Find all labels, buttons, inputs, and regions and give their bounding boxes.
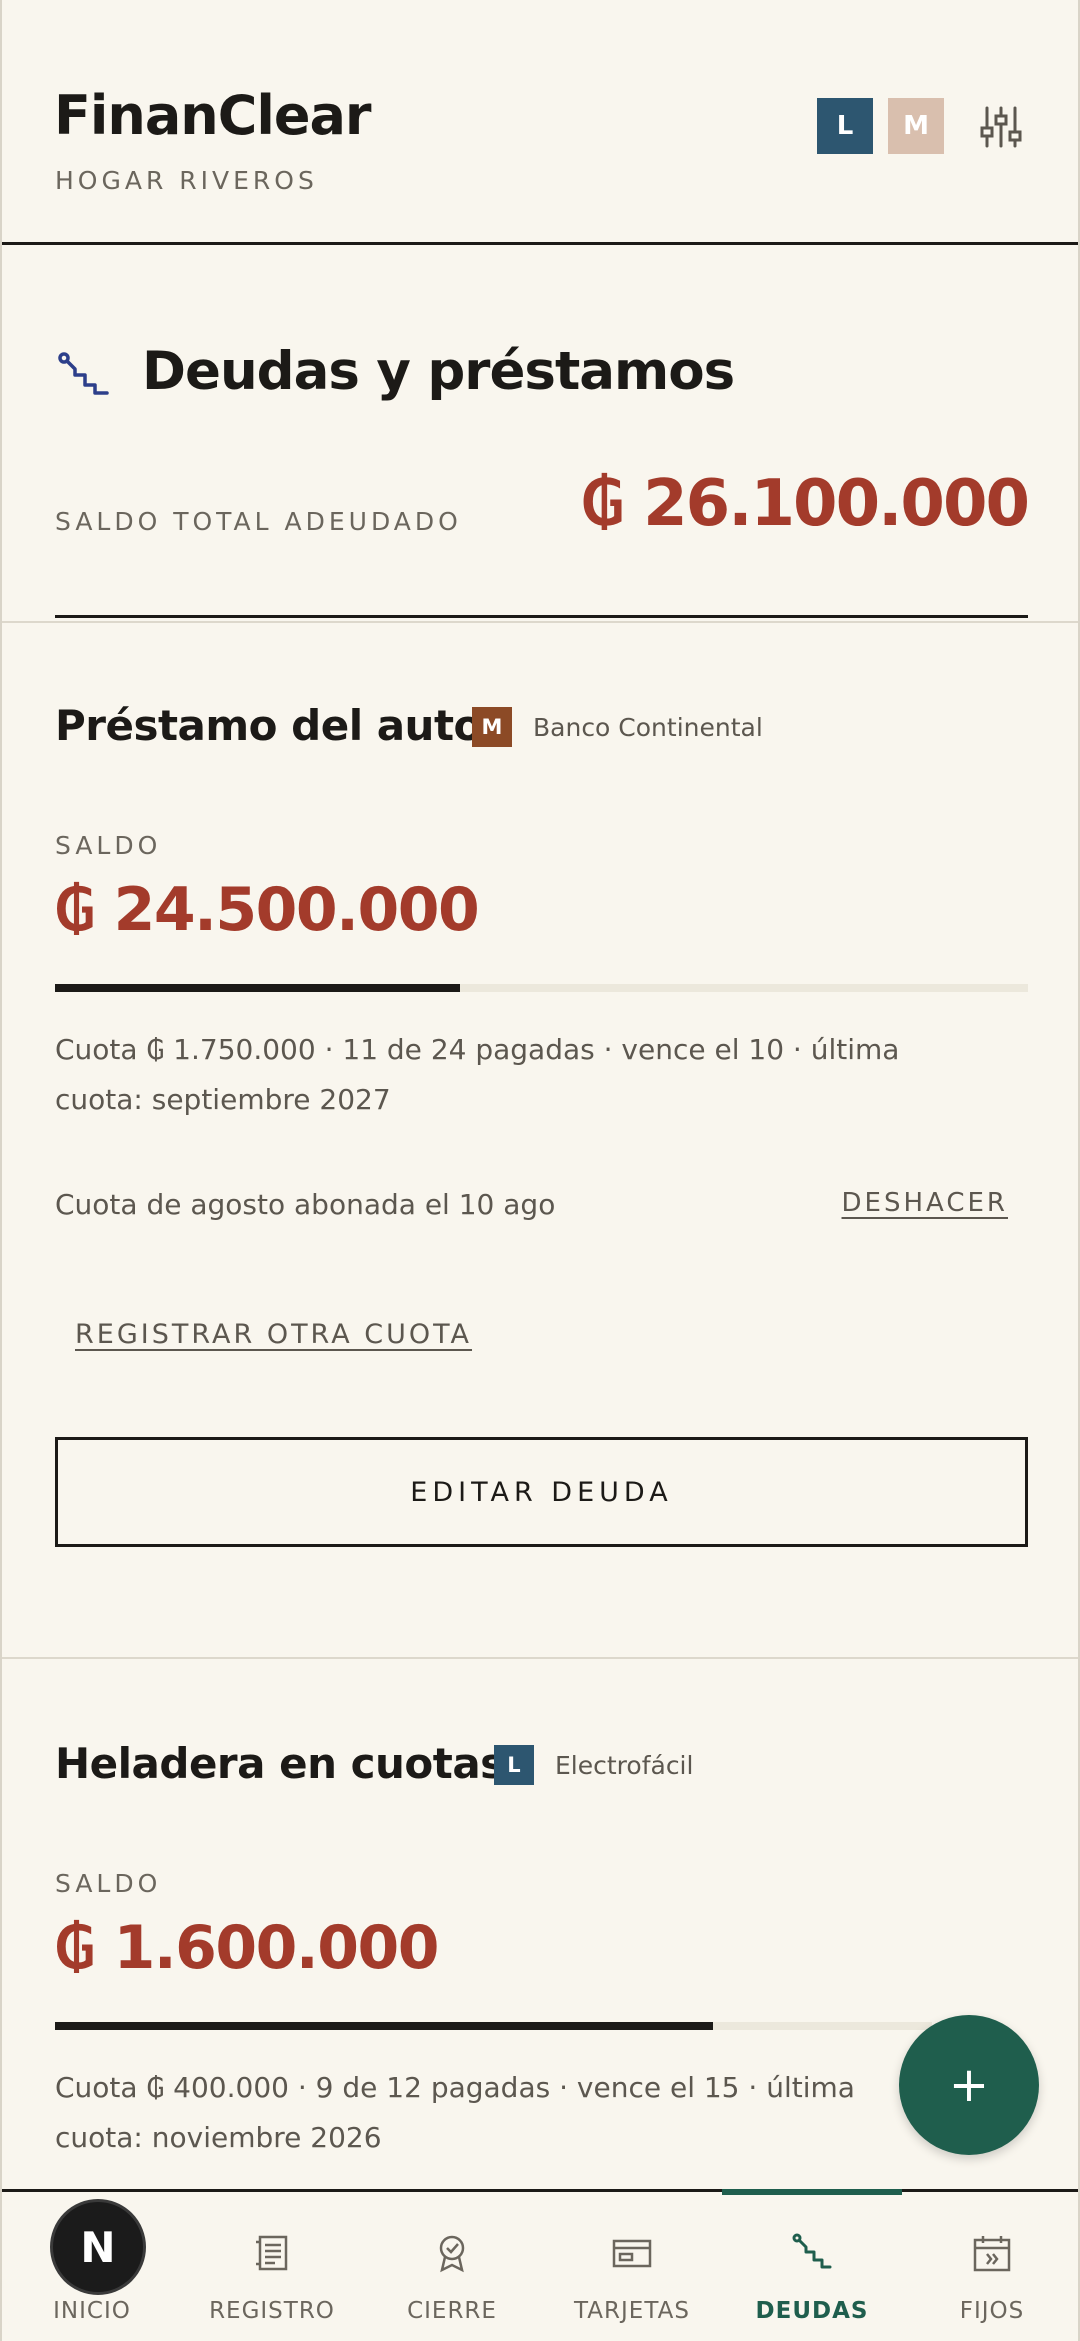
app-title: FinanClear: [54, 84, 372, 147]
steps-icon: [58, 352, 109, 395]
add-button[interactable]: +: [899, 2015, 1039, 2155]
avatar-l[interactable]: L: [817, 98, 873, 154]
avatar-m[interactable]: M: [888, 98, 944, 154]
filter-sliders-icon[interactable]: [978, 104, 1024, 150]
calendar-icon: [973, 2236, 1011, 2272]
edit-debt-button[interactable]: EDITAR DEUDA: [55, 1437, 1028, 1547]
lender-name: Banco Continental: [533, 713, 763, 742]
nav-item-tarjetas[interactable]: TARJETAS: [542, 2192, 722, 2341]
progress-fill: [55, 2022, 713, 2030]
progress-fill: [55, 984, 461, 992]
owner-badge: L: [494, 1745, 534, 1785]
page: FinanClear HOGAR RIVEROS L M Deudas y pr…: [0, 0, 1080, 2341]
nav-label: INICIO: [53, 2298, 131, 2324]
total-debt-label: SALDO TOTAL ADEUDADO: [55, 507, 462, 536]
nav-label: TARJETAS: [574, 2298, 690, 2324]
ledger-icon: [256, 2235, 288, 2271]
nav-label: DEUDAS: [755, 2298, 869, 2324]
total-debt-value: ₲ 26.100.000: [580, 467, 1030, 541]
balance-value: ₲ 1.600.000: [54, 1913, 439, 1983]
progress-bar: [55, 984, 1028, 992]
nav-label: CIERRE: [407, 2298, 497, 2324]
progress-bar: [55, 2022, 932, 2030]
app-header: FinanClear HOGAR RIVEROS L M: [2, 0, 1078, 245]
nav-label: FIJOS: [959, 2298, 1025, 2324]
balance-label: SALDO: [55, 1869, 162, 1898]
paid-installment-note: Cuota de agosto abonada el 10 ago: [55, 1188, 556, 1221]
bottom-nav: INICIO REGISTRO CIERRE TARJETAS DEUDAS F…: [2, 2189, 1078, 2341]
debts-summary: Deudas y préstamos SALDO TOTAL ADEUDADO …: [2, 245, 1078, 623]
debt-card: Préstamo del auto M Banco Continental SA…: [2, 623, 1078, 1659]
debt-name: Heladera en cuotas: [55, 1739, 505, 1788]
installment-details: Cuota ₲ 1.750.000 · 11 de 24 pagadas · v…: [55, 1033, 900, 1116]
active-indicator: [722, 2189, 902, 2195]
card-icon: [612, 2239, 652, 2268]
balance-value: ₲ 24.500.000: [54, 875, 480, 945]
nav-item-deudas[interactable]: DEUDAS: [722, 2189, 902, 2341]
owner-badge: M: [472, 707, 512, 747]
household-name: HOGAR RIVEROS: [55, 166, 318, 195]
nav-label: REGISTRO: [209, 2298, 335, 2324]
steps-icon: [792, 2233, 832, 2269]
lender-name: Electrofácil: [555, 1751, 694, 1780]
nav-item-cierre[interactable]: CIERRE: [362, 2192, 542, 2341]
balance-label: SALDO: [55, 831, 162, 860]
register-installment-link[interactable]: REGISTRAR OTRA CUOTA: [75, 1319, 472, 1350]
divider: [55, 615, 1028, 618]
debt-name: Préstamo del auto: [55, 701, 482, 750]
page-title: Deudas y préstamos: [142, 341, 735, 402]
nav-item-registro[interactable]: REGISTRO: [182, 2192, 362, 2341]
nav-item-fijos[interactable]: FIJOS: [902, 2192, 1078, 2341]
badge-icon: [439, 2235, 465, 2273]
installment-details: Cuota ₲ 400.000 · 9 de 12 pagadas · venc…: [55, 2071, 855, 2154]
dev-tools-badge[interactable]: N: [50, 2199, 146, 2295]
undo-link[interactable]: DESHACER: [842, 1188, 1008, 1218]
